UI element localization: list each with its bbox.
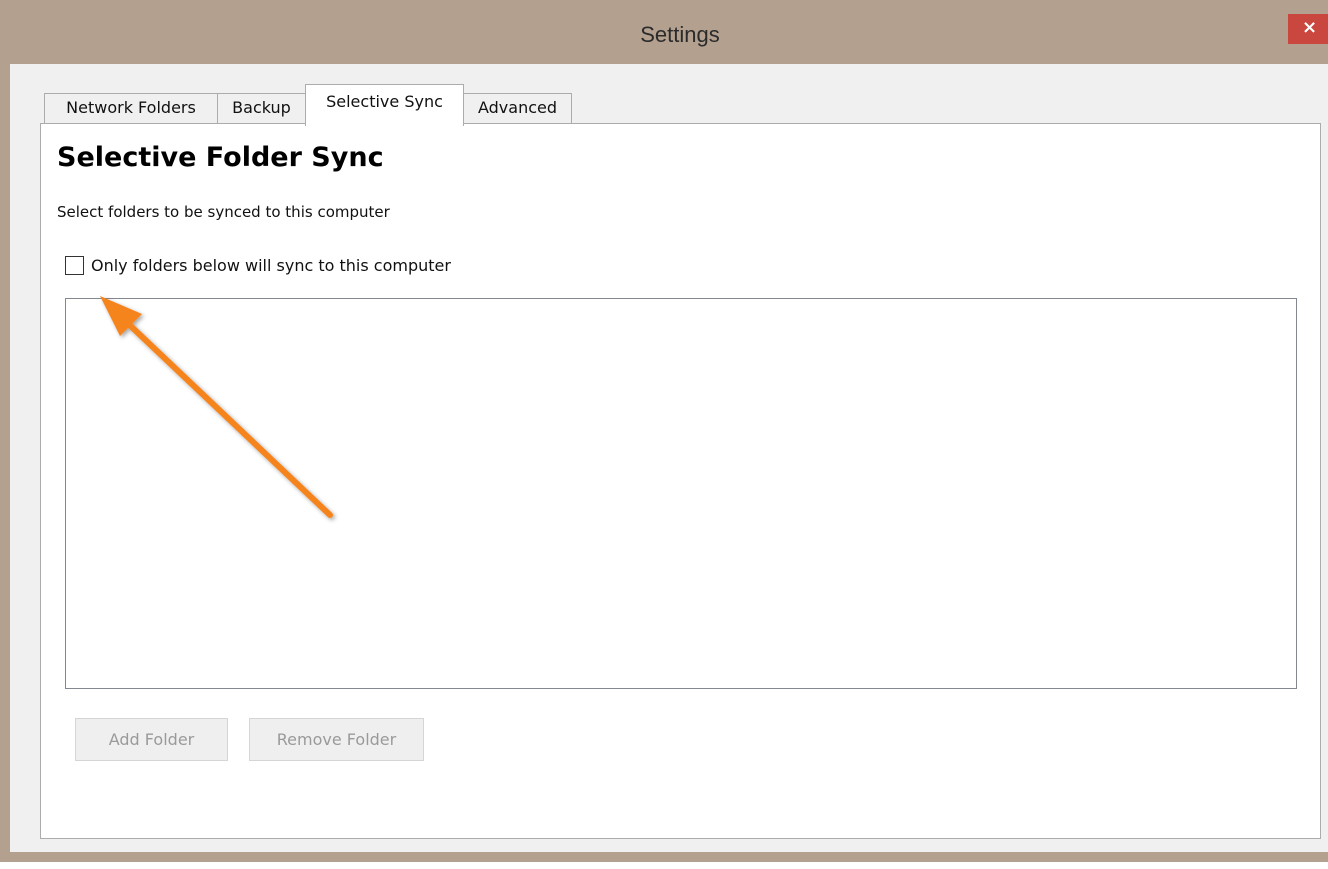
only-folders-below-label[interactable]: Only folders below will sync to this com… (91, 256, 451, 275)
page-title: Selective Folder Sync (57, 142, 384, 173)
tab-label: Network Folders (66, 98, 196, 117)
tab-advanced[interactable]: Advanced (463, 93, 572, 124)
close-button[interactable]: × (1288, 14, 1328, 44)
tab-label: Backup (232, 98, 291, 117)
add-folder-button[interactable]: Add Folder (75, 718, 228, 761)
folder-list[interactable] (65, 298, 1297, 689)
dialog-client-area: Network Folders Backup Selective Sync Ad… (10, 64, 1328, 852)
tab-network-folders[interactable]: Network Folders (44, 93, 218, 124)
selective-sync-panel: Selective Folder Sync Select folders to … (40, 123, 1321, 839)
description-text: Select folders to be synced to this comp… (57, 203, 390, 221)
window-title: Settings (640, 22, 720, 47)
tab-label: Selective Sync (326, 92, 443, 111)
tab-backup[interactable]: Backup (217, 93, 306, 124)
only-folders-below-checkbox[interactable] (65, 256, 84, 275)
settings-window: Settings × Network Folders Backup Select… (0, 0, 1328, 862)
close-icon: × (1302, 17, 1318, 38)
tab-label: Advanced (477, 98, 558, 117)
tab-selective-sync[interactable]: Selective Sync (305, 84, 464, 126)
remove-folder-button[interactable]: Remove Folder (249, 718, 424, 761)
